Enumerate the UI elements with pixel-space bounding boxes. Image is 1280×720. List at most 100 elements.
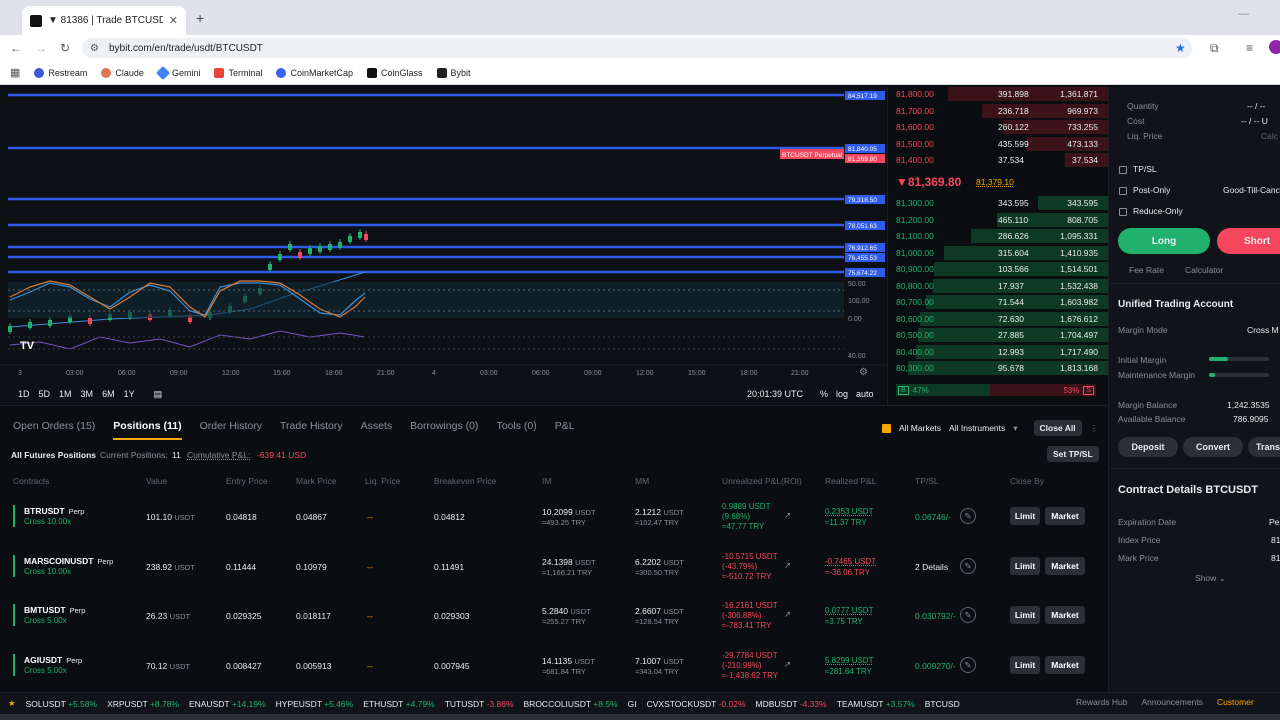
tab-pnl[interactable]: P&L [555,420,575,440]
bid-row[interactable]: 81,300.00 343.595 343.595 [888,195,1108,211]
post-only-checkbox[interactable]: Post-Only [1119,185,1170,195]
bookmark-coinmarketcap[interactable]: CoinMarketCap [276,67,353,78]
share-icon[interactable]: ↗ [784,510,791,521]
tab-order-history[interactable]: Order History [200,420,262,440]
ask-row[interactable]: 81,800.00 391.898 1,361.871 [888,86,1108,102]
leverage[interactable]: Cross 10.00x [24,567,71,576]
ticker-item[interactable]: CVXSTOCKUSDT -0.02% [647,699,746,709]
realized-pnl[interactable]: 0.0777 USDT [825,606,873,615]
price-chart[interactable]: 3 03:00 06:00 09:00 12:00 15:00 18:00 21:00 4 03:… [0,87,886,405]
set-tpsl-button[interactable]: Set TP/SL [1047,446,1099,462]
bid-row[interactable]: 80,800.00 17.937 1,532.438 [888,278,1108,294]
bookmark-restream[interactable]: Restream [34,67,87,78]
contract-symbol[interactable]: BMTUSDT Perp [24,605,85,615]
bookmark-bybit[interactable]: Bybit [436,67,471,78]
percent-toggle[interactable]: % [820,389,828,399]
range-6m[interactable]: 6M [102,389,115,400]
contract-symbol[interactable]: BTRUSDT Perp [24,506,84,516]
reduce-only-checkbox[interactable]: Reduce-Only [1119,206,1183,216]
ticker-item[interactable]: ETHUSDT +4.79% [363,699,434,709]
close-tab-icon[interactable]: ✕ [169,14,178,27]
transfer-button[interactable]: Trans [1248,437,1280,457]
bid-row[interactable]: 80,600.00 72.630 1,676.612 [888,311,1108,327]
ticker-item[interactable]: XRPUSDT +8.78% [107,699,179,709]
ticker-item[interactable]: ENAUSDT +14.19% [189,699,266,709]
reload-icon[interactable]: ↻ [60,41,70,55]
chart-canvas[interactable]: 3 03:00 06:00 09:00 12:00 15:00 18:00 21:00 4 03:… [0,87,886,405]
calculator-link[interactable]: Calculator [1185,265,1223,275]
bid-row[interactable]: 80,300.00 95.678 1,813.168 [888,360,1108,376]
limit-close-button[interactable]: Limit [1010,507,1040,525]
bookmark-terminal[interactable]: Terminal [214,67,262,78]
site-info-icon[interactable]: ⚙ [90,43,99,54]
bid-row[interactable]: 81,100.00 286.626 1,095.331 [888,228,1108,244]
bid-row[interactable]: 80,500.00 27.885 1,704.497 [888,327,1108,343]
minimize-icon[interactable]: — [1238,8,1249,20]
url-field[interactable]: ⚙ bybit.com/en/trade/usdt/BTCUSDT [82,38,1192,58]
share-icon[interactable]: ↗ [784,560,791,571]
bid-row[interactable]: 80,700.00 71.544 1,603.982 [888,294,1108,310]
leverage[interactable]: Cross 5.00x [24,616,67,625]
bid-row[interactable]: 80,900.00 103.566 1,514.501 [888,261,1108,277]
market-close-button[interactable]: Market [1045,507,1085,525]
range-1m[interactable]: 1M [59,389,72,400]
ask-row[interactable]: 81,700.00 236.718 969.973 [888,103,1108,119]
customer-service-link[interactable]: Customer [1217,697,1254,707]
forward-icon[interactable]: → [35,41,47,55]
deposit-button[interactable]: Deposit [1118,437,1178,457]
tab-trade-history[interactable]: Trade History [280,420,343,440]
limit-close-button[interactable]: Limit [1010,606,1040,624]
range-1d[interactable]: 1D [18,389,30,400]
announcements-link[interactable]: Announcements [1142,697,1203,707]
ticker-item[interactable]: BTCUSD [925,699,960,709]
tab-tools[interactable]: Tools (0) [496,420,536,440]
short-button[interactable]: Short [1217,228,1280,254]
range-1y[interactable]: 1Y [124,389,135,400]
show-more-link[interactable]: Show ⌄ [1195,573,1226,584]
tpsl-value[interactable]: 0.06746/- [915,512,951,522]
chart-settings-icon[interactable]: ⚙ [859,367,868,378]
favorite-star-icon[interactable]: ★ [8,698,16,709]
tab-assets[interactable]: Assets [361,420,393,440]
new-tab-icon[interactable]: + [196,10,204,26]
bid-row[interactable]: 81,000.00 315.604 1,410.935 [888,245,1108,261]
contract-symbol[interactable]: AGIUSDT Perp [24,655,82,665]
all-futures-positions[interactable]: All Futures Positions [11,450,96,460]
ticker-item[interactable]: MDBUSDT -4.33% [756,699,827,709]
share-icon[interactable]: ↗ [784,659,791,670]
post-only-check-icon[interactable] [1119,186,1127,195]
convert-button[interactable]: Convert [1183,437,1243,457]
tpsl-value[interactable]: 2 Details [915,562,948,572]
ticker-item[interactable]: BROCCOLIUSDT +8.5% [524,699,618,709]
reduce-only-check-icon[interactable] [1119,207,1127,216]
range-3m[interactable]: 3M [81,389,94,400]
market-close-button[interactable]: Market [1045,655,1085,674]
realized-pnl[interactable]: -0.7465 USDT [825,557,876,566]
log-toggle[interactable]: log [836,389,848,399]
market-close-button[interactable]: Market [1045,556,1085,575]
tpsl-checkbox[interactable]: TP/SL [1119,164,1157,174]
auto-toggle[interactable]: auto [856,389,874,399]
realized-pnl[interactable]: 5.8299 USDT [825,656,873,665]
date-range-icon[interactable]: ▤ [154,389,163,400]
media-icon[interactable]: ≡ [1246,41,1253,55]
edit-icon[interactable]: ✎ [960,508,976,524]
bookmark-star-icon[interactable]: ★ [1175,41,1186,55]
limit-close-button[interactable]: Limit [1010,655,1040,674]
bookmark-coinglass[interactable]: CoinGlass [367,67,423,78]
tpsl-value[interactable]: 0.030792/- [915,611,956,621]
tab-borrowings[interactable]: Borrowings (0) [410,420,478,440]
ticker-item[interactable]: HYPEUSDT +5.46% [276,699,354,709]
chevron-down-icon[interactable]: ▾ [1013,423,1017,434]
rewards-hub-link[interactable]: Rewards Hub [1076,697,1128,707]
profile-avatar[interactable] [1269,40,1280,54]
ask-row[interactable]: 81,600.00 260.122 733.255 [888,119,1108,135]
realized-pnl[interactable]: 0.2353 USDT [825,507,873,516]
tpsl-value[interactable]: 0.009270/- [915,661,956,671]
tab-positions[interactable]: Positions (11) [113,420,182,440]
limit-close-button[interactable]: Limit [1010,556,1040,575]
all-markets-checkbox[interactable] [882,423,891,433]
range-5d[interactable]: 5D [39,389,51,400]
tpsl-check-icon[interactable] [1119,165,1127,174]
ticker-item[interactable]: GI [628,699,637,709]
